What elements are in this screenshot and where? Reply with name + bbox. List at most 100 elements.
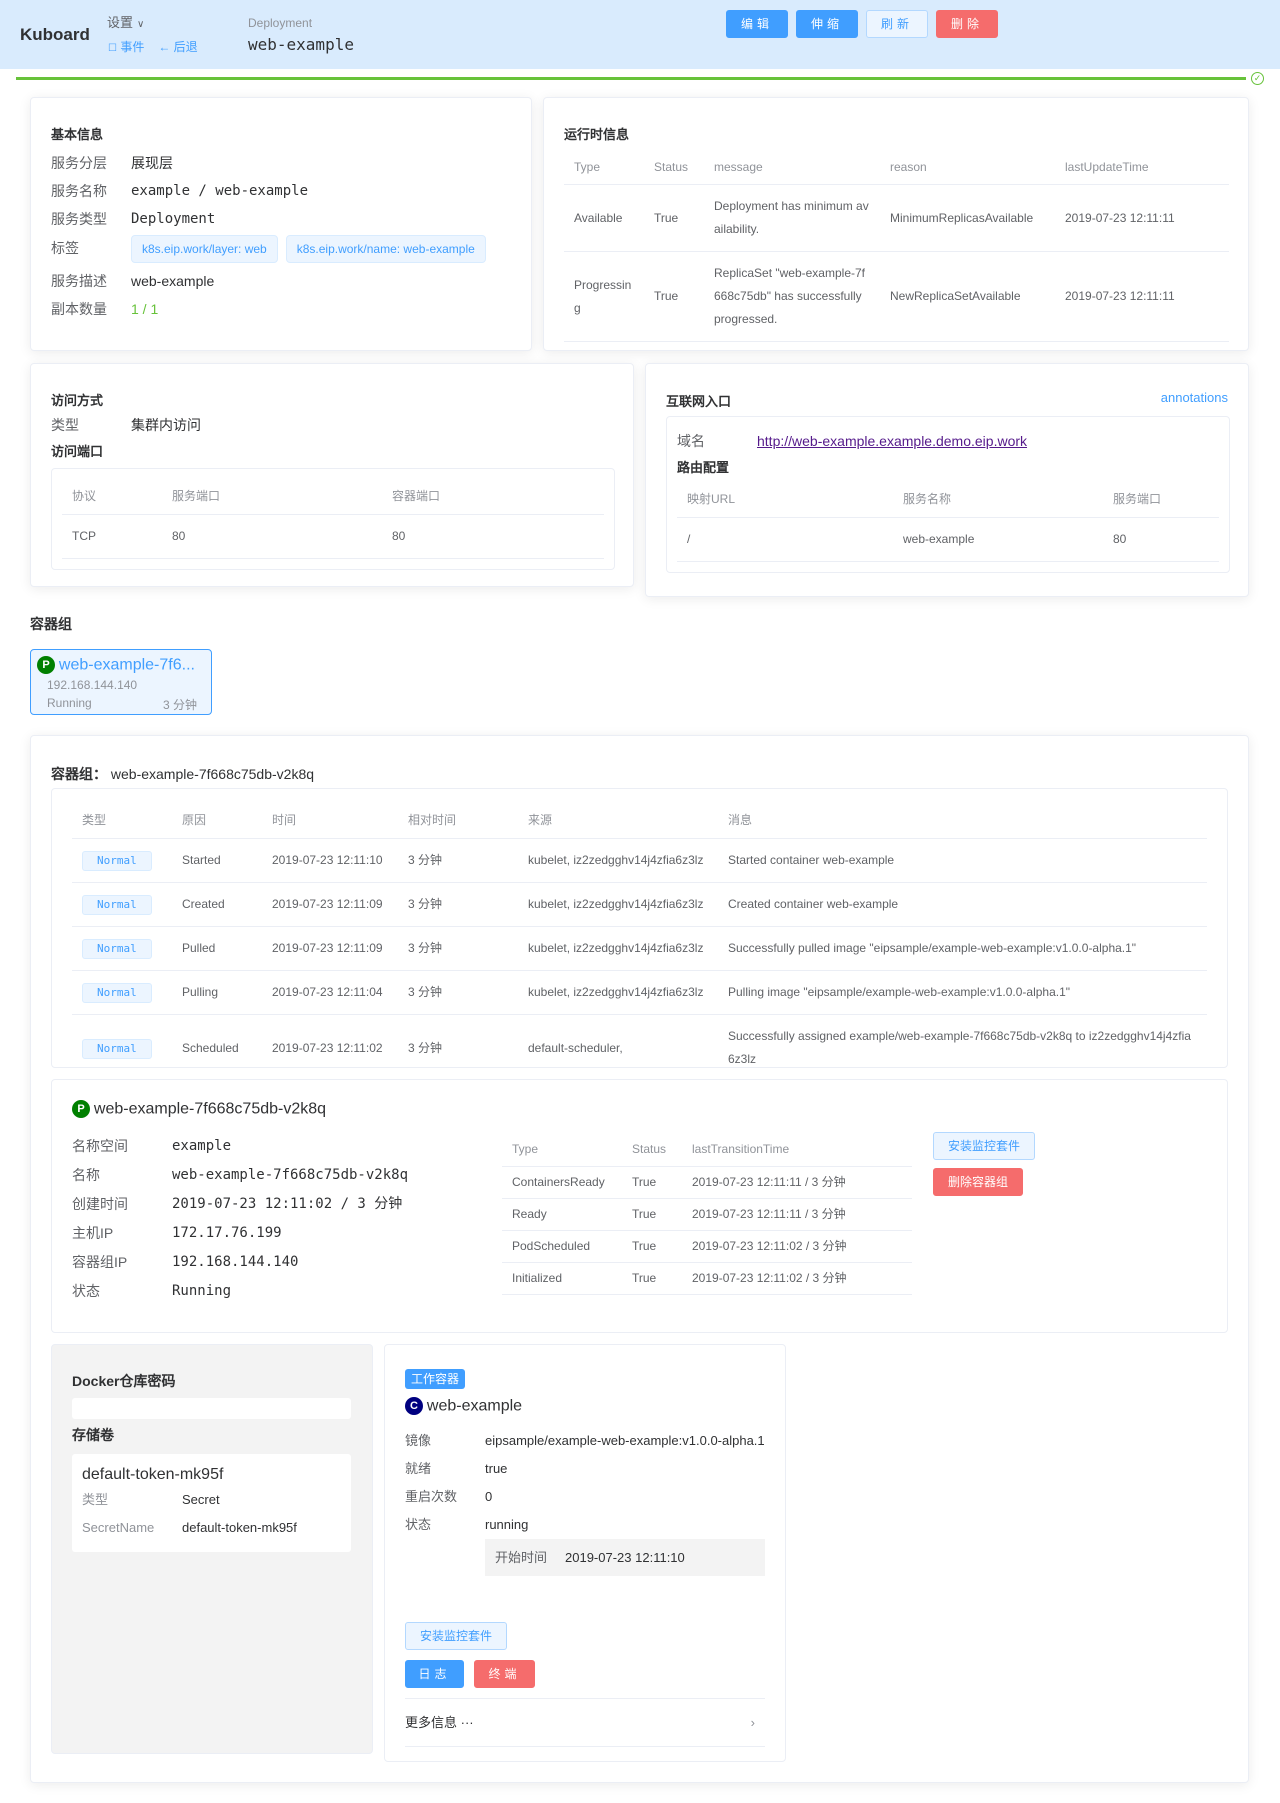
settings-dropdown[interactable]: 设置 ∨ (107, 12, 144, 31)
cell-type: Normal (72, 882, 172, 927)
pod-chip-age: 3 分钟 (162, 698, 197, 712)
label-tag: k8s.eip.work/layer: web (131, 235, 278, 263)
bell-icon: ☐ (108, 43, 117, 54)
cell-time: 2019-07-23 12:11:11 / 3 分钟 (682, 1198, 912, 1231)
install-monitor-button[interactable]: 安装监控套件 (933, 1132, 1036, 1160)
info-row-layer: 服务分层 展现层 (51, 149, 494, 177)
info-value: web-example (131, 273, 215, 289)
ingress-title: 互联网入口 (666, 394, 732, 409)
info-row-description: 服务描述 web-example (51, 267, 494, 295)
cell-type: Normal (72, 970, 172, 1015)
delete-pod-button[interactable]: 删除容器组 (933, 1168, 1024, 1196)
access-card: 访问方式 类型 集群内访问 访问端口 协议 服务端口 容器端口 TCP 80 80 (30, 363, 634, 587)
table-header-row: Type Status lastTransitionTime (502, 1132, 912, 1167)
table-row: Normal Pulling 2019-07-23 12:11:04 3 分钟 … (72, 970, 1207, 1015)
ingress-card: 互联网入口 annotations 域名 http://web-example.e… (645, 363, 1249, 597)
events-label: 事件 (120, 40, 145, 54)
volume-type-row: 类型 Secret (82, 1486, 341, 1514)
container-state-row: 状态 running (405, 1511, 765, 1539)
cell-time: 2019-07-23 12:11:11 (1055, 184, 1229, 252)
column-header: message (704, 150, 880, 185)
table-row: Normal Scheduled 2019-07-23 12:11:02 3 分… (72, 1014, 1207, 1082)
ports-table: 协议 服务端口 容器端口 TCP 80 80 (62, 477, 604, 559)
table-header-row: 映射URL 服务名称 服务端口 (677, 480, 1219, 518)
pod-badge-icon: P (72, 1100, 90, 1119)
pod-info-box: P web-example-7f668c75db-v2k8q 名称空间 examp… (51, 1079, 1228, 1333)
table-row: Ready True 2019-07-23 12:11:11 / 3 分钟 (502, 1198, 912, 1231)
cell-time: 2019-07-23 12:11:10 (262, 838, 398, 883)
column-header: 协议 (62, 477, 162, 515)
routes-table: 映射URL 服务名称 服务端口 / web-example 80 (677, 480, 1219, 562)
table-row: Normal Started 2019-07-23 12:11:10 3 分钟 … (72, 838, 1207, 883)
app-logo[interactable]: Kuboard (20, 25, 90, 45)
terminal-button[interactable]: 终端 (474, 1660, 535, 1688)
container-started-box: 开始时间 2019-07-23 12:11:10 (485, 1539, 765, 1576)
cell-status: True (644, 184, 704, 252)
events-link[interactable]: ☐ 事件 (108, 38, 144, 55)
domain-url-link[interactable]: http://web-example.example.demo.eip.work (757, 427, 1027, 455)
docker-secret-title: Docker仓库密码 (72, 1373, 176, 1389)
cell-source: default-scheduler, (518, 1014, 718, 1082)
pod-info-name: web-example-7f668c75db-v2k8q (93, 1100, 327, 1118)
volume-secret-row: SecretName default-token-mk95f (82, 1514, 341, 1542)
column-header: 时间 (262, 801, 398, 839)
volumes-panel: Docker仓库密码 存储卷 default-token-mk95f 类型 Sec… (51, 1344, 373, 1754)
column-header: 服务端口 (1103, 480, 1219, 518)
more-info-toggle[interactable]: 更多信息 ··· › (405, 1699, 765, 1747)
pod-info-value: example (172, 1138, 232, 1154)
column-header: 映射URL (677, 480, 893, 518)
cell-source: kubelet, iz2zedgghv14j4zfia6z3lz (518, 926, 718, 971)
container-install-monitor-button[interactable]: 安装监控套件 (405, 1622, 508, 1650)
event-type-tag: Normal (82, 939, 152, 959)
pod-info-list: 名称空间 example 名称 web-example-7f668c75db-v2k… (72, 1132, 408, 1306)
annotations-link[interactable]: annotations (1161, 390, 1228, 405)
cell-type: Normal (72, 926, 172, 971)
info-label: 服务名称 (51, 183, 107, 199)
pods-section-title: 容器组 (30, 616, 72, 632)
info-label: 服务描述 (51, 273, 107, 289)
event-type-tag: Normal (82, 895, 152, 915)
refresh-button[interactable]: 刷新 (866, 10, 929, 38)
delete-button[interactable]: 删除 (936, 10, 999, 38)
info-row-replicas: 副本数量 1 / 1 (51, 295, 494, 323)
column-header: 原因 (172, 801, 262, 839)
pod-chip[interactable]: P web-example-7f6... 192.168.144.140 Run… (30, 649, 212, 715)
back-link[interactable]: ← 后退 (158, 38, 197, 55)
check-circle-icon: ✓ (1251, 72, 1264, 85)
cell-message: Created container web-example (718, 882, 1207, 927)
logs-button[interactable]: 日志 (405, 1660, 464, 1688)
events-table: 类型 原因 时间 相对时间 来源 消息 Normal Started 2019-… (72, 801, 1207, 1082)
pod-info-value: web-example-7f668c75db-v2k8q (172, 1167, 409, 1183)
cell-status: True (622, 1230, 682, 1263)
table-header-row: 协议 服务端口 容器端口 (62, 477, 604, 515)
cell-time: 2019-07-23 12:11:02 / 3 分钟 (682, 1230, 912, 1263)
pod-badge-icon: P (37, 656, 55, 675)
basic-info-card: 基本信息 服务分层 展现层 服务名称 example / web-example 服… (30, 97, 532, 351)
cell-relative-time: 3 分钟 (398, 882, 518, 927)
table-row: Normal Pulled 2019-07-23 12:11:09 3 分钟 k… (72, 926, 1207, 971)
table-row: Available True Deployment has minimum av… (564, 184, 1229, 252)
container-image-label: 镜像 (405, 1433, 432, 1448)
pod-info-row: 创建时间 2019-07-23 12:11:02 / 3 分钟 (72, 1190, 408, 1219)
volume-type-value: Secret (182, 1492, 220, 1507)
docker-secret-box (72, 1398, 351, 1419)
cell-status: True (622, 1166, 682, 1199)
column-header: 来源 (518, 801, 718, 839)
pod-detail-title-label: 容器组： (51, 766, 107, 782)
pod-info-title: P web-example-7f668c75db-v2k8q (72, 1100, 327, 1119)
scale-button[interactable]: 伸缩 (796, 10, 859, 38)
pod-info-value: Running (172, 1283, 232, 1299)
container-state-value: running (485, 1517, 529, 1532)
container-badge-icon: C (405, 1397, 423, 1416)
access-type-label: 类型 (51, 417, 79, 433)
info-value: example / web-example (131, 183, 309, 199)
edit-button[interactable]: 编辑 (726, 10, 789, 38)
cell-source: kubelet, iz2zedgghv14j4zfia6z3lz (518, 882, 718, 927)
basic-info-title: 基本信息 (51, 127, 104, 142)
cell-reason: NewReplicaSetAvailable (880, 251, 1055, 342)
more-info-label: 更多信息 ··· (405, 1715, 474, 1730)
cell-reason: Pulled (172, 926, 262, 971)
cell-message: Pulling image "eipsample/example-web-exa… (718, 970, 1207, 1015)
column-header: 服务名称 (893, 480, 1103, 518)
cell-relative-time: 3 分钟 (398, 970, 518, 1015)
